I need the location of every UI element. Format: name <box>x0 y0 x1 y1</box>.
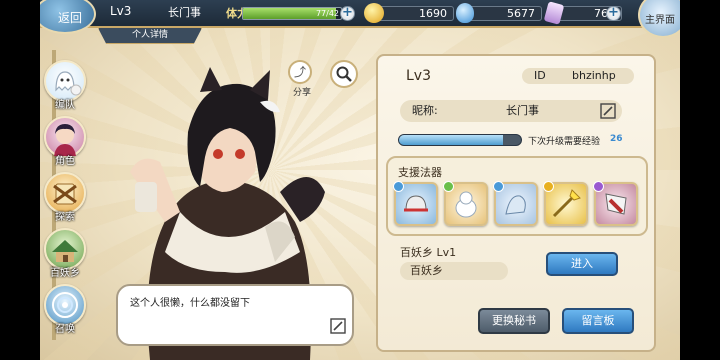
gold-coin-icon <box>364 3 384 23</box>
search-button[interactable] <box>330 60 358 88</box>
support-artifacts: 支援法器 <box>386 156 648 236</box>
exp-bar <box>398 134 522 146</box>
back-label: 返回 <box>57 10 82 25</box>
edit-nickname-button[interactable] <box>600 103 616 127</box>
artifact-slot-2[interactable] <box>443 181 488 226</box>
player-name: 长门事 <box>168 6 201 19</box>
exp-needed: 26 <box>610 134 623 144</box>
blue-gem-icon <box>493 181 504 192</box>
profile-screen: 返回 Lv3 长门事 体力 77/42 + 1690 5677 766 + 主界… <box>40 0 680 360</box>
blue-gem-icon <box>393 181 404 192</box>
share-button[interactable]: ⤴ 分享 <box>288 60 316 98</box>
nav-explore[interactable]: 探索 <box>44 172 90 226</box>
stamina-plus-button[interactable]: + <box>340 6 355 21</box>
gold-count: 1690 <box>374 6 454 21</box>
nav-character-label: 角色 <box>55 156 75 167</box>
nav-formation[interactable]: 编队 <box>44 60 90 114</box>
village-tag: 百妖乡 <box>400 262 508 280</box>
artifact-slot-3[interactable] <box>493 181 538 226</box>
village-level: 百妖乡 Lv1 <box>400 246 457 259</box>
enter-village-button[interactable]: 进入 <box>546 252 618 276</box>
player-id-label: ID <box>534 69 546 82</box>
artifact-slot-1[interactable] <box>393 181 438 226</box>
player-id: ID bhzinhp <box>522 68 634 84</box>
purple-gem-icon <box>593 181 604 192</box>
crystal-count: 5677 <box>464 6 542 21</box>
share-label: 分享 <box>292 88 311 98</box>
edit-icon <box>600 103 616 119</box>
nickname-row: 昵称: 长门事 <box>400 100 622 122</box>
main-menu-label: 主界面 <box>645 14 675 26</box>
top-bar: 返回 Lv3 长门事 体力 77/42 + 1690 5677 766 + 主界… <box>40 0 680 38</box>
artifact-slot-4[interactable] <box>543 181 588 226</box>
artifact-slot-5[interactable] <box>593 181 638 226</box>
nav-summon-label: 召唤 <box>55 324 75 335</box>
tab-personal-details[interactable]: 个人详情 <box>98 28 202 44</box>
gem-plus-button[interactable]: + <box>606 6 621 21</box>
nav-summon[interactable]: 召唤 <box>44 284 90 338</box>
exp-fill <box>399 135 503 145</box>
nickname-value: 长门事 <box>506 104 539 117</box>
nav-village-label: 百妖乡 <box>50 268 80 279</box>
profile-panel: Lv3 ID bhzinhp 昵称: 长门事 下次升级需要经验 26 支援法器 <box>376 54 656 352</box>
signature-bubble: 这个人很懒，什么都没留下 <box>116 284 354 346</box>
stamina-bar: 77/42 <box>242 7 342 20</box>
nickname-label: 昵称: <box>412 104 438 117</box>
change-secretary-button[interactable]: 更换秘书 <box>478 308 550 334</box>
signature-text: 这个人很懒，什么都没留下 <box>130 298 250 309</box>
nav-village[interactable]: 百妖乡 <box>44 228 90 282</box>
support-title: 支援法器 <box>398 166 442 179</box>
stamina-text: 77/42 <box>315 9 339 18</box>
search-icon <box>336 66 352 82</box>
edit-icon <box>330 318 346 334</box>
player-id-value: bhzinhp <box>572 69 616 82</box>
nav-character[interactable]: 角色 <box>44 116 90 170</box>
card-gem-icon <box>543 1 565 25</box>
message-board-button[interactable]: 留言板 <box>562 308 634 334</box>
crystal-drop-icon <box>456 3 474 23</box>
exp-label: 下次升级需要经验 <box>528 137 601 147</box>
profile-level: Lv3 <box>406 68 431 84</box>
nav-explore-label: 探索 <box>55 212 75 223</box>
green-gem-icon <box>443 181 454 192</box>
gold-gem-icon <box>543 181 554 192</box>
nav-formation-label: 编队 <box>55 100 75 111</box>
player-level: Lv3 <box>110 4 132 18</box>
edit-signature-button[interactable] <box>330 318 346 338</box>
share-icon: ⤴ <box>288 60 312 84</box>
